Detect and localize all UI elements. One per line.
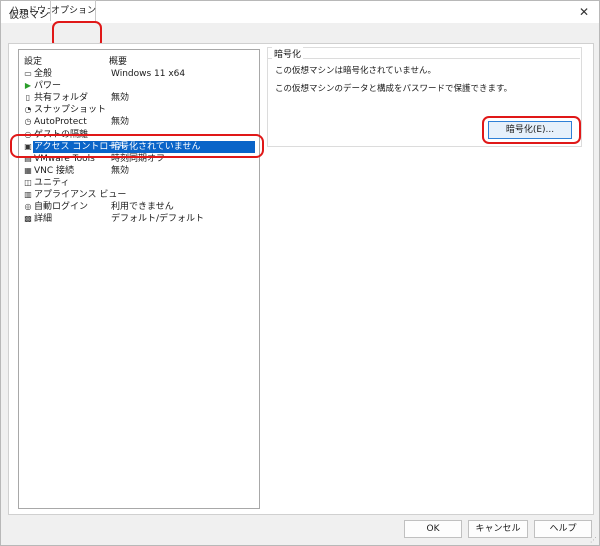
column-header-summary[interactable]: 概要: [109, 54, 127, 67]
list-item-value: 無効: [111, 165, 130, 176]
help-button[interactable]: ヘルプ: [534, 520, 592, 538]
list-item-name: スナップショット: [34, 105, 107, 116]
list-item[interactable]: ◔ スナップショット: [19, 104, 257, 116]
list-item-value: 無効: [111, 93, 130, 104]
list-item[interactable]: ◎ 自動ログイン 利用できません: [19, 201, 257, 213]
column-header-setting[interactable]: 設定: [24, 54, 42, 67]
encryption-title: 暗号化: [272, 47, 304, 60]
advanced-icon: ▩: [24, 214, 32, 224]
list-item[interactable]: ▦ VNC 接続 無効: [19, 165, 257, 177]
list-item-value: Windows 11 x64: [111, 69, 186, 79]
list-item-name: 共有フォルダ: [34, 93, 89, 104]
list-item-value: デフォルト/デフォルト: [111, 214, 205, 225]
list-item[interactable]: ▶ パワー: [19, 80, 257, 92]
general-icon: ▭: [24, 69, 32, 78]
list-item-value: 無効: [111, 117, 130, 128]
vnc-icon: ▦: [24, 165, 32, 175]
cancel-button[interactable]: キャンセル: [468, 520, 528, 538]
button-highlight-annotation: [482, 116, 581, 144]
unity-icon: ◫: [24, 177, 32, 187]
list-item[interactable]: ◷ AutoProtect 無効: [19, 116, 257, 128]
tab-options[interactable]: オプション: [50, 0, 96, 21]
list-item-name: AutoProtect: [34, 117, 87, 128]
row-highlight-annotation: [10, 134, 264, 158]
list-item[interactable]: ▥ アプライアンス ビュー: [19, 189, 257, 201]
resize-grip-icon[interactable]: ⋰: [590, 536, 598, 544]
list-item[interactable]: ▯ 共有フォルダ 無効: [19, 92, 257, 104]
encryption-status: この仮想マシンは暗号化されていません。: [275, 66, 436, 76]
encryption-description: この仮想マシンのデータと構成をパスワードで保護できます。: [275, 84, 513, 94]
list-item-value: 利用できません: [111, 202, 174, 213]
list-item-name: ユニティ: [34, 177, 70, 188]
list-item-name: VNC 接続: [34, 165, 75, 176]
list-item[interactable]: ▩ 詳細 デフォルト/デフォルト: [19, 213, 257, 225]
list-item-name: 全般: [34, 69, 53, 79]
appliance-view-icon: ▥: [24, 190, 32, 199]
list-item[interactable]: ▭ 全般 Windows 11 x64: [19, 68, 257, 80]
list-item-name: パワー: [34, 81, 62, 92]
list-item[interactable]: ◫ ユニティ: [19, 177, 257, 189]
list-item-name: 詳細: [34, 214, 53, 225]
autologin-icon: ◎: [24, 202, 32, 212]
close-icon[interactable]: ✕: [575, 4, 593, 20]
ok-button[interactable]: OK: [404, 520, 462, 538]
shared-folder-icon: ▯: [25, 93, 31, 103]
settings-list[interactable]: 設定 概要 ▭ 全般 Windows 11 x64 ▶ パワー ▯ 共有フォルダ 無効 ◔ スナッ…: [18, 49, 260, 509]
autoprotect-icon: ◷: [24, 117, 32, 127]
list-item-name: アプライアンス ビュー: [34, 190, 127, 200]
group-divider: [267, 58, 580, 59]
tab-hardware[interactable]: ハードウェア: [6, 3, 54, 20]
power-icon: ▶: [24, 81, 32, 91]
list-item-name: 自動ログイン: [34, 202, 89, 213]
snapshot-icon: ◔: [24, 105, 32, 115]
